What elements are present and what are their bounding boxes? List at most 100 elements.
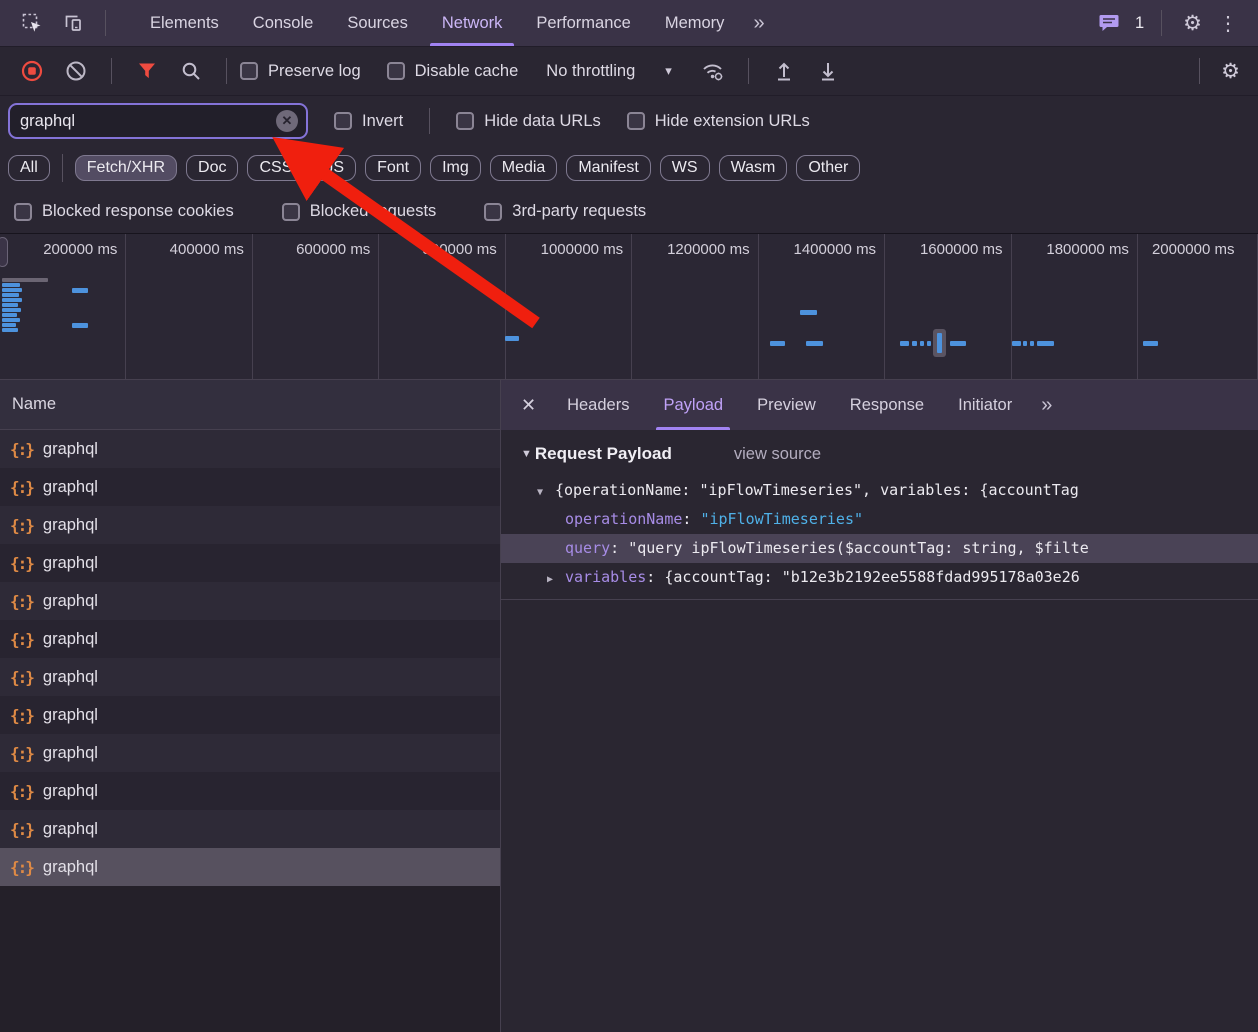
blocked-response-cookies-checkbox[interactable]: Blocked response cookies [14, 202, 234, 221]
clear-network-log-button[interactable] [63, 58, 89, 84]
waterfall-bar [2, 298, 22, 302]
payload-row-query[interactable]: query: "query ipFlowTimeseries($accountT… [501, 534, 1258, 563]
json-braces-icon: {:} [10, 554, 33, 573]
filter-chip-js[interactable]: JS [313, 155, 356, 181]
request-name: graphql [43, 630, 98, 649]
record-network-log-button[interactable] [19, 58, 45, 84]
hide-data-urls-checkbox[interactable]: Hide data URLs [456, 112, 600, 131]
filter-chip-img[interactable]: Img [430, 155, 481, 181]
more-details-tabs-icon[interactable]: » [1029, 394, 1062, 417]
name-column-header[interactable]: Name [0, 380, 500, 430]
advanced-filters-row: Blocked response cookies Blocked request… [0, 190, 1258, 233]
payload-row-variables[interactable]: ▶variables: {accountTag: "b12e3b2192ee55… [501, 563, 1258, 592]
details-tab-payload[interactable]: Payload [646, 380, 740, 430]
network-overview-timeline[interactable]: 200000 ms400000 ms600000 ms800000 ms1000… [0, 233, 1258, 380]
waterfall-bar [950, 341, 966, 346]
checkbox[interactable] [484, 203, 502, 221]
third-party-requests-checkbox[interactable]: 3rd-party requests [484, 202, 646, 221]
tab-performance[interactable]: Performance [519, 0, 647, 46]
network-settings-gear-icon[interactable]: ⚙ [1213, 59, 1248, 84]
request-row[interactable]: {:}graphql [0, 430, 500, 468]
details-tab-headers[interactable]: Headers [550, 380, 646, 430]
tab-elements[interactable]: Elements [133, 0, 236, 46]
kebab-menu-icon[interactable]: ⋮ [1210, 11, 1246, 36]
close-details-icon[interactable]: ✕ [509, 395, 550, 416]
request-row[interactable]: {:}graphql [0, 658, 500, 696]
settings-gear-icon[interactable]: ⚙ [1175, 11, 1210, 36]
request-row[interactable]: {:}graphql [0, 506, 500, 544]
waterfall-bar [1037, 341, 1054, 346]
checkbox[interactable] [456, 112, 474, 130]
request-row[interactable]: {:}graphql [0, 772, 500, 810]
filter-chip-wasm[interactable]: Wasm [719, 155, 788, 181]
payload-value: {accountTag: "b12e3b2192ee5588fdad995178… [664, 568, 1079, 586]
waterfall-bar [505, 336, 519, 341]
details-tab-preview[interactable]: Preview [740, 380, 833, 430]
triangle-down-icon[interactable]: ▼ [537, 478, 555, 505]
device-toolbar-icon[interactable] [59, 10, 85, 36]
tab-network[interactable]: Network [425, 0, 520, 46]
invert-checkbox[interactable]: Invert [334, 112, 403, 131]
blocked-requests-checkbox[interactable]: Blocked requests [282, 202, 437, 221]
triangle-down-icon[interactable]: ▼ [521, 448, 532, 460]
payload-row-operationName[interactable]: operationName: "ipFlowTimeseries" [501, 505, 1258, 534]
checkbox[interactable] [282, 203, 300, 221]
filter-chip-css[interactable]: CSS [247, 155, 304, 181]
details-tab-initiator[interactable]: Initiator [941, 380, 1029, 430]
json-braces-icon: {:} [10, 820, 33, 839]
third-party-requests-label: 3rd-party requests [512, 202, 646, 221]
filter-chip-ws[interactable]: WS [660, 155, 710, 181]
hide-extension-urls-checkbox[interactable]: Hide extension URLs [627, 112, 810, 131]
messages-icon[interactable] [1096, 10, 1122, 36]
timeline-tick: 800000 ms [379, 234, 505, 379]
filter-chip-doc[interactable]: Doc [186, 155, 238, 181]
timeline-drag-handle[interactable] [0, 237, 8, 267]
request-row[interactable]: {:}graphql [0, 544, 500, 582]
checkbox[interactable] [14, 203, 32, 221]
throttling-dropdown[interactable]: No throttling ▾ [546, 62, 672, 81]
request-row[interactable]: {:}graphql [0, 620, 500, 658]
filter-chip-font[interactable]: Font [365, 155, 421, 181]
filter-chip-manifest[interactable]: Manifest [566, 155, 650, 181]
preserve-log-checkbox[interactable]: Preserve log [240, 62, 361, 81]
tab-memory[interactable]: Memory [648, 0, 742, 46]
waterfall-bar [72, 288, 88, 293]
network-conditions-icon[interactable] [700, 58, 726, 84]
request-row[interactable]: {:}graphql [0, 810, 500, 848]
payload-root-node[interactable]: ▼{operationName: "ipFlowTimeseries", var… [501, 476, 1258, 505]
filter-funnel-icon[interactable] [134, 58, 160, 84]
tab-sources[interactable]: Sources [330, 0, 425, 46]
filter-chip-fetchxhr[interactable]: Fetch/XHR [75, 155, 177, 181]
request-name: graphql [43, 858, 98, 877]
checkbox[interactable] [240, 62, 258, 80]
waterfall-bar [1030, 341, 1034, 346]
triangle-right-icon[interactable]: ▶ [547, 565, 565, 592]
filter-input-box[interactable]: ✕ [8, 103, 308, 139]
search-icon[interactable] [178, 58, 204, 84]
import-har-icon[interactable] [771, 58, 797, 84]
waterfall-bar [2, 323, 16, 327]
request-row[interactable]: {:}graphql [0, 848, 500, 886]
disable-cache-checkbox[interactable]: Disable cache [387, 62, 519, 81]
request-row[interactable]: {:}graphql [0, 468, 500, 506]
filter-input[interactable] [20, 112, 276, 131]
timeline-tick: 1800000 ms [1012, 234, 1138, 379]
checkbox[interactable] [627, 112, 645, 130]
tab-console[interactable]: Console [236, 0, 331, 46]
checkbox[interactable] [387, 62, 405, 80]
clear-filter-icon[interactable]: ✕ [276, 110, 298, 132]
checkbox[interactable] [334, 112, 352, 130]
filter-chip-media[interactable]: Media [490, 155, 558, 181]
waterfall-bar [2, 283, 20, 287]
filter-chip-all[interactable]: All [8, 155, 50, 181]
filter-chip-other[interactable]: Other [796, 155, 860, 181]
details-tab-response[interactable]: Response [833, 380, 941, 430]
request-row[interactable]: {:}graphql [0, 734, 500, 772]
view-source-link[interactable]: view source [734, 445, 821, 464]
request-row[interactable]: {:}graphql [0, 696, 500, 734]
request-row[interactable]: {:}graphql [0, 582, 500, 620]
waterfall-bar [1023, 341, 1027, 346]
more-panels-icon[interactable]: » [741, 0, 774, 46]
export-har-icon[interactable] [815, 58, 841, 84]
inspect-element-icon[interactable] [19, 10, 45, 36]
